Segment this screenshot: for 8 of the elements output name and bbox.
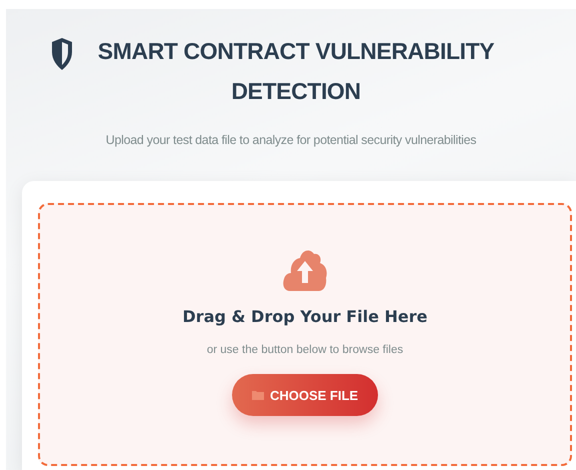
drop-zone[interactable]: Drag & Drop Your File Here or use the button below to browse files CHOOSE FILE [38,203,572,466]
page-title: SMART CONTRACT VULNERABILITY DETECTION [96,37,496,106]
shield-icon [51,37,73,71]
choose-file-button[interactable]: CHOOSE FILE [232,374,378,416]
page-subtitle: Upload your test data file to analyze for potential security vulnerabilities [106,133,476,147]
drop-heading: Drag & Drop Your File Here [182,307,428,326]
folder-icon [252,390,264,400]
drop-hint: or use the button below to browse files [206,344,404,356]
